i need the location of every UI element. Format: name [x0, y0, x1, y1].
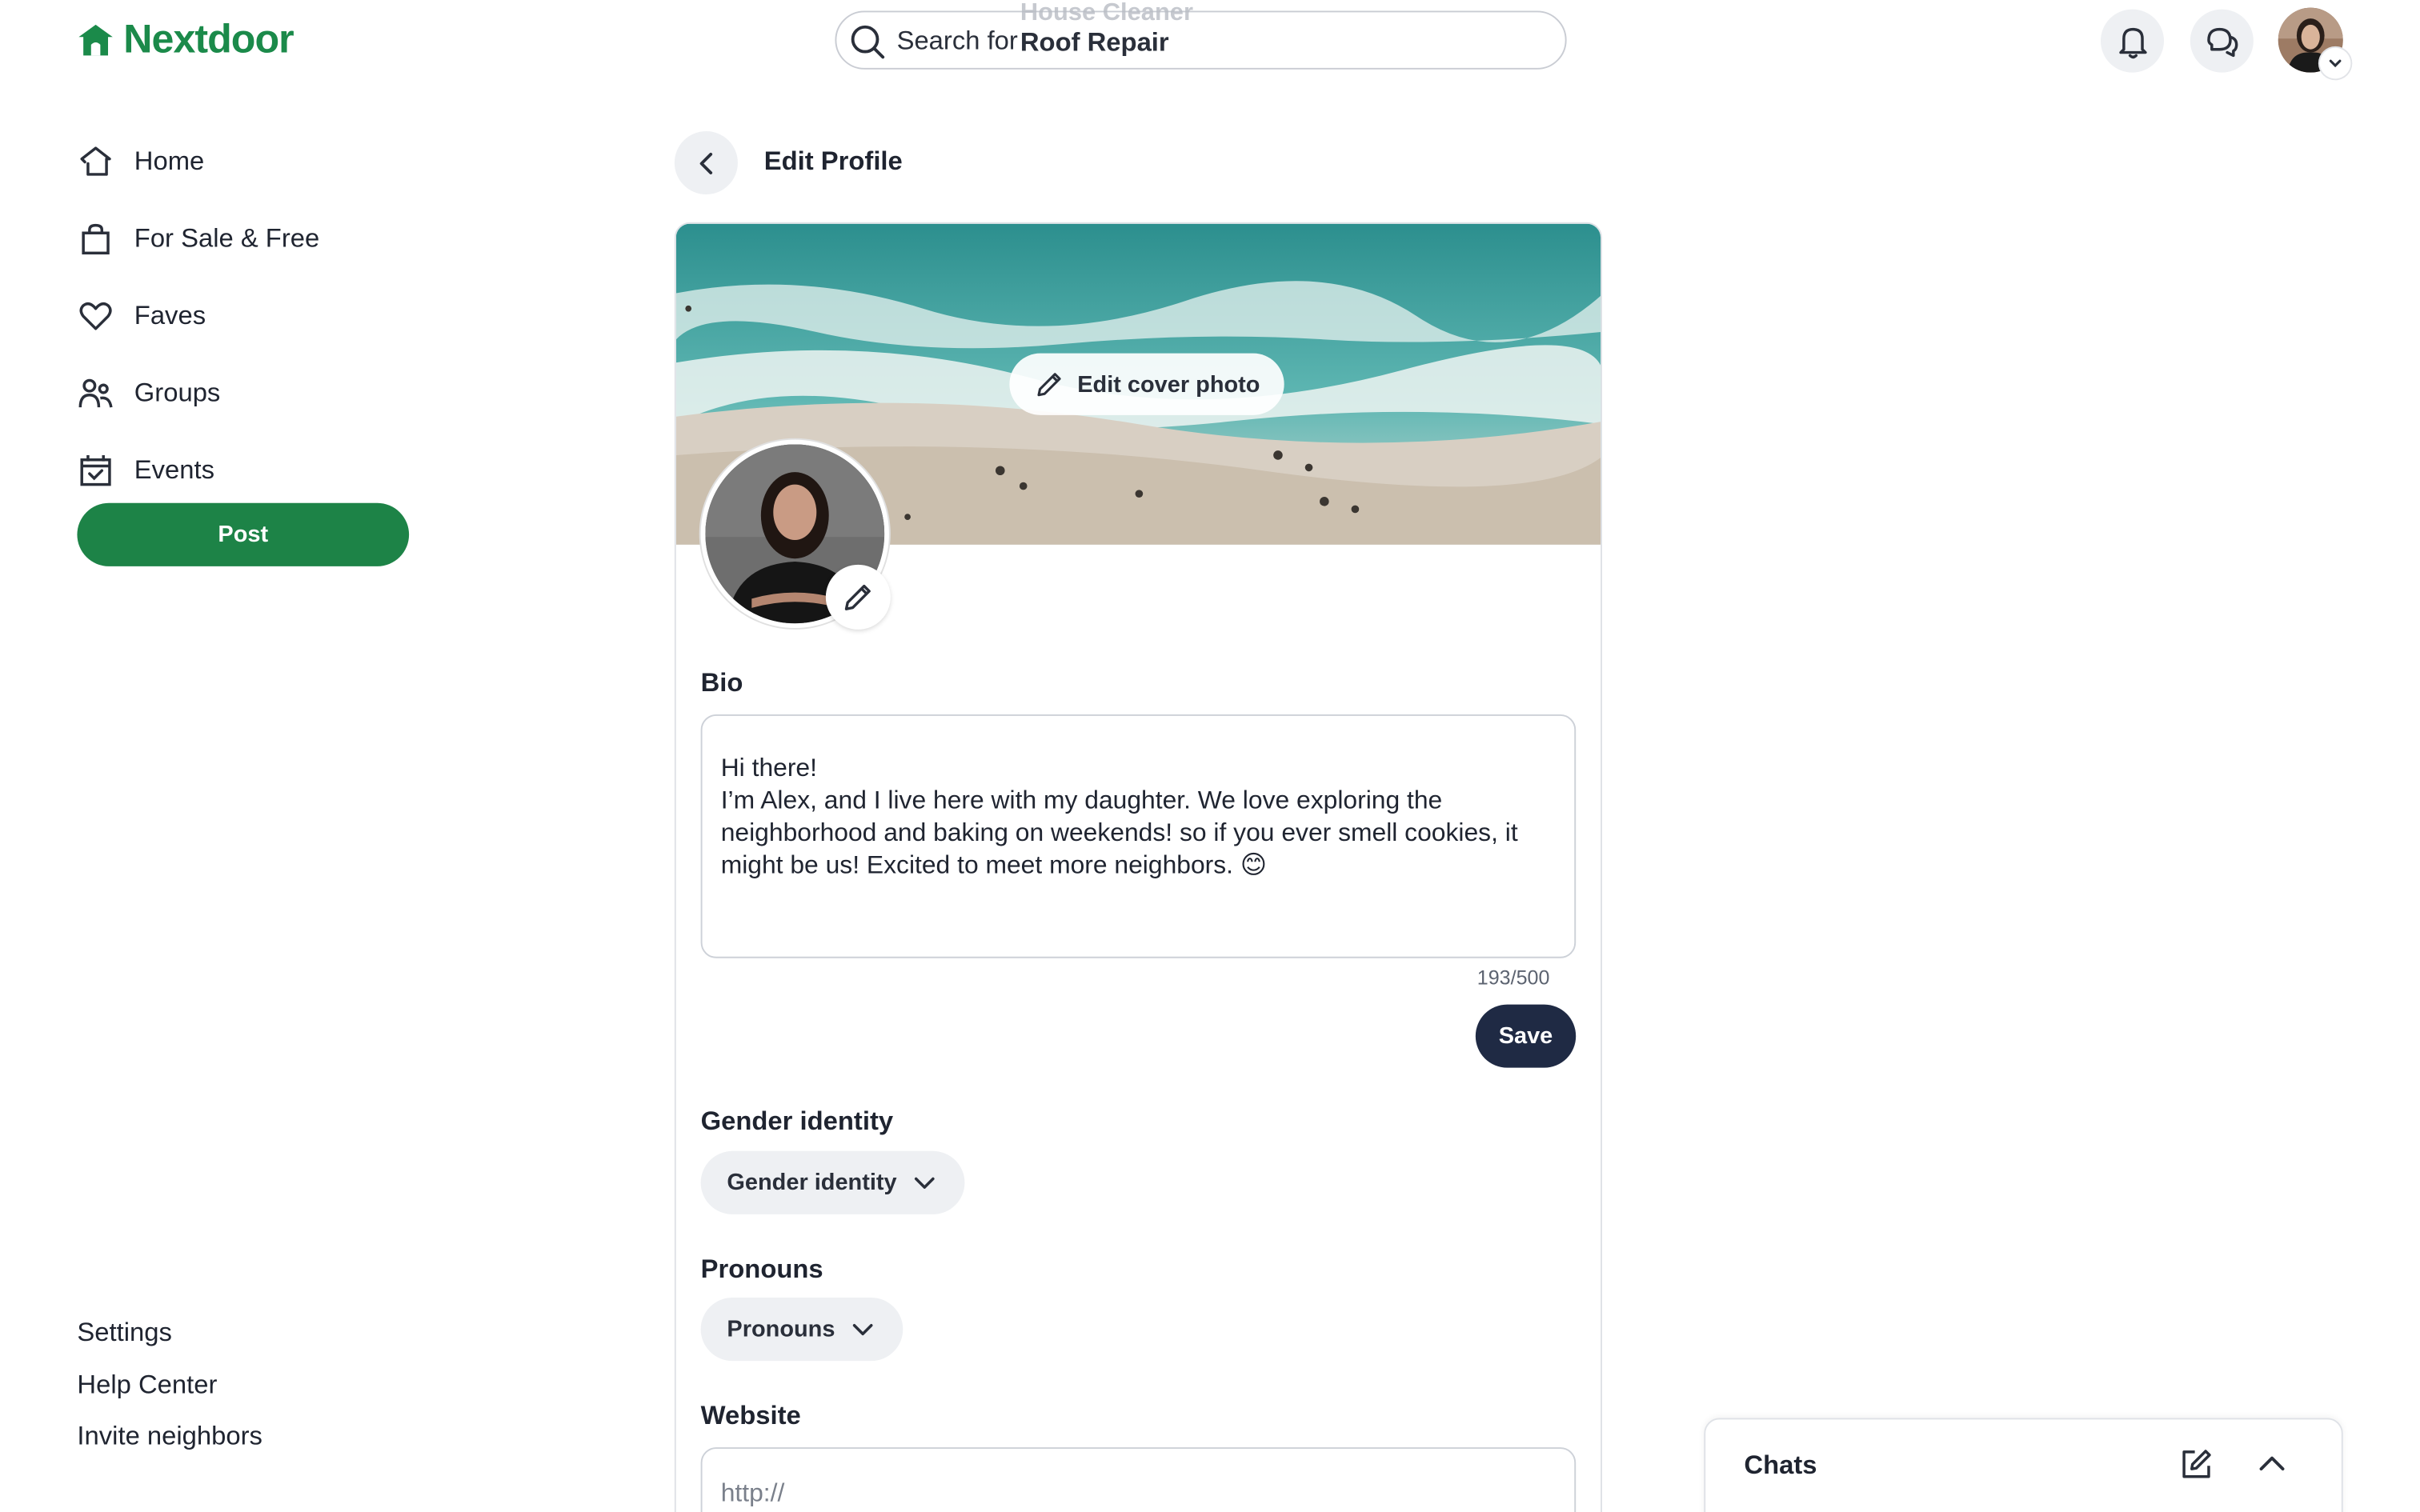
bell-icon [2118, 26, 2146, 58]
help-center-link[interactable]: Help Center [77, 1363, 262, 1415]
settings-link[interactable]: Settings [77, 1311, 262, 1363]
chat-bubbles-icon [2206, 26, 2238, 57]
website-label: Website [700, 1401, 801, 1430]
edit-profile-photo-button[interactable] [825, 564, 891, 630]
pronouns-dropdown[interactable]: Pronouns [700, 1298, 903, 1362]
chevron-down-icon [2329, 59, 2342, 68]
page-title: Edit Profile [763, 146, 903, 176]
chevron-down-icon [852, 1323, 873, 1335]
gender-identity-dropdown[interactable]: Gender identity [700, 1150, 965, 1214]
chats-dock[interactable]: Chats [1704, 1418, 2343, 1512]
compose-icon[interactable] [2178, 1446, 2214, 1482]
search-rotating-suggestion: House Cleaner [1020, 0, 1193, 26]
gender-identity-value: Gender identity [727, 1169, 897, 1196]
bio-label: Bio [700, 668, 743, 698]
edit-cover-photo-button[interactable]: Edit cover photo [1009, 353, 1285, 415]
sidebar-item-label: Faves [134, 301, 206, 330]
pronouns-value: Pronouns [727, 1316, 835, 1342]
search-icon [851, 25, 885, 59]
search-prefix: Search for [896, 26, 1018, 56]
sidebar-item-label: For Sale & Free [134, 223, 320, 254]
chevron-left-icon [699, 151, 712, 174]
sidebar-item-for-sale[interactable]: For Sale & Free [77, 201, 319, 278]
home-icon [77, 143, 114, 180]
website-input[interactable] [720, 1479, 1493, 1510]
post-button[interactable]: Post [77, 502, 410, 566]
heart-icon [77, 298, 114, 334]
page-root: Nextdoor House Cleaner Search for Roof R… [0, 0, 2402, 1512]
edit-cover-photo-label: Edit cover photo [1077, 370, 1260, 398]
calendar-icon [77, 452, 114, 489]
pencil-icon [844, 584, 871, 610]
shopping-bag-icon [77, 221, 114, 258]
pronouns-label: Pronouns [700, 1254, 823, 1284]
pencil-icon [1037, 373, 1061, 397]
sidebar-item-label: Home [134, 146, 205, 176]
sidebar-item-faves[interactable]: Faves [77, 278, 319, 354]
back-button[interactable] [674, 130, 738, 195]
sidebar-footer-links: Settings Help Center Invite neighbors [77, 1311, 262, 1466]
bio-textarea[interactable]: Hi there! I’m Alex, and I live here with… [700, 714, 1577, 958]
sidebar-item-groups[interactable]: Groups [77, 355, 319, 432]
gender-identity-label: Gender identity [700, 1106, 894, 1136]
sidebar-item-events[interactable]: Events [77, 432, 319, 509]
notifications-button[interactable] [2100, 9, 2165, 73]
bio-char-counter: 193/500 [1476, 966, 1550, 990]
messages-button[interactable] [2190, 9, 2254, 73]
sidebar-item-home[interactable]: Home [77, 123, 319, 200]
sidebar-item-label: Groups [134, 378, 221, 408]
nextdoor-logo[interactable]: Nextdoor [77, 15, 294, 63]
sidebar-item-label: Events [134, 454, 215, 485]
invite-neighbors-link[interactable]: Invite neighbors [77, 1415, 262, 1467]
chevron-down-icon [915, 1176, 935, 1188]
chats-title: Chats [1744, 1450, 1817, 1480]
search-bar[interactable]: House Cleaner Search for Roof Repair [835, 0, 1567, 70]
search-suggestion: Roof Repair [1020, 27, 1169, 58]
groups-icon [77, 375, 114, 412]
account-menu-caret[interactable] [2319, 47, 2351, 79]
bio-text: Hi there! I’m Alex, and I live here with… [720, 754, 1518, 880]
logo-wordmark: Nextdoor [123, 15, 294, 62]
chevron-up-icon[interactable] [2254, 1446, 2290, 1482]
sidebar-nav: Home For Sale & Free Faves Groups Events [77, 123, 319, 509]
save-button[interactable]: Save [1475, 1004, 1577, 1068]
house-logo-icon [78, 23, 113, 55]
website-field[interactable] [700, 1447, 1577, 1512]
